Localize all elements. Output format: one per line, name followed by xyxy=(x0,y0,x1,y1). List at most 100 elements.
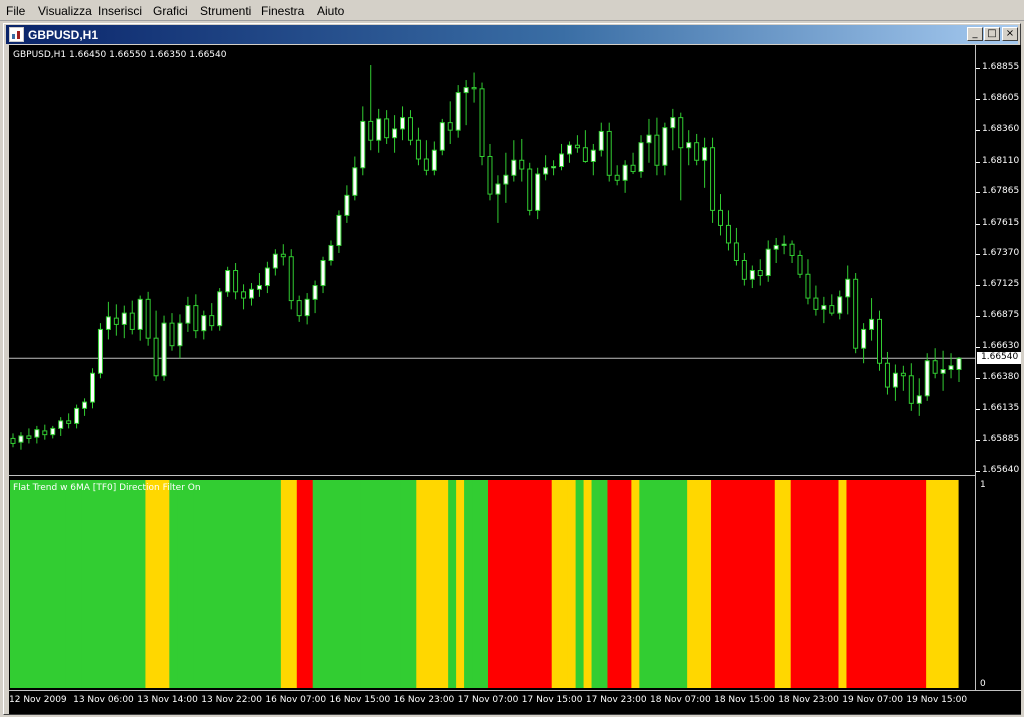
candle-body xyxy=(113,317,119,325)
indicator-bar xyxy=(400,480,409,688)
maximize-button[interactable]: □ xyxy=(984,27,1000,41)
indicator-bar xyxy=(886,480,895,688)
indicator-bar xyxy=(201,480,210,688)
indicator-bar xyxy=(336,480,346,688)
indicator-bar xyxy=(448,480,457,688)
price-tick-mark xyxy=(976,408,980,410)
indicator-bar xyxy=(153,480,162,688)
menu-view[interactable]: Visualizza xyxy=(38,4,92,18)
time-tick-label: 16 Nov 23:00 xyxy=(393,695,455,705)
indicator-bar xyxy=(73,480,83,688)
candle-body xyxy=(447,122,453,131)
candle-body xyxy=(908,375,914,404)
indicator-bar xyxy=(480,480,489,688)
candle-body xyxy=(559,153,565,168)
menu-window[interactable]: Finestra xyxy=(261,4,304,18)
candle-body xyxy=(582,147,588,163)
price-tick-mark xyxy=(976,316,980,318)
indicator-bar xyxy=(217,480,226,688)
price-tick-label: 1.65640 xyxy=(982,465,1020,475)
menu-help[interactable]: Aiuto xyxy=(317,4,344,18)
candle-body xyxy=(264,267,270,287)
indicator-bar xyxy=(10,480,19,688)
price-tick-label: 1.67125 xyxy=(982,278,1020,289)
minimize-button[interactable]: _ xyxy=(967,27,983,41)
indicator-bar xyxy=(934,480,943,688)
menu-charts[interactable]: Grafici xyxy=(153,4,188,18)
candle-body xyxy=(654,134,660,166)
indicator-bar xyxy=(846,480,856,688)
indicator-bar xyxy=(17,480,27,688)
indicator-bar xyxy=(304,480,314,688)
indicator-bar xyxy=(376,480,386,688)
indicator-pane[interactable]: Flat Trend w 6MA [TF0] Direction Filter … xyxy=(9,478,975,691)
indicator-bar xyxy=(233,480,242,688)
candle-body xyxy=(392,128,398,139)
indicator-bar xyxy=(272,480,282,688)
indicator-bar xyxy=(726,480,736,688)
candle-body xyxy=(288,256,294,302)
candle-body xyxy=(463,87,469,94)
indicator-bar xyxy=(256,480,266,688)
indicator-bar xyxy=(719,480,728,688)
indicator-bar xyxy=(894,480,903,688)
indicator-bar xyxy=(870,480,879,688)
price-pane[interactable]: GBPUSD,H1 1.66450 1.66550 1.66350 1.6654… xyxy=(9,45,975,475)
indicator-bar xyxy=(838,480,848,688)
candle-body xyxy=(256,285,262,290)
candle-body xyxy=(439,122,445,151)
candle-body xyxy=(471,87,477,90)
candle-body xyxy=(89,372,95,403)
candle-body xyxy=(455,92,461,131)
indicator-bar xyxy=(671,480,680,688)
candle-body xyxy=(829,305,835,314)
indicator-bar xyxy=(854,480,864,688)
time-axis[interactable]: 12 Nov 2009 13 Nov 06:00 13 Nov 14:00 13 No… xyxy=(9,690,1021,714)
chart-window-icon xyxy=(9,27,24,42)
indicator-bar xyxy=(734,480,744,688)
candle-body xyxy=(733,242,739,261)
candle-body xyxy=(304,298,310,317)
candle-body xyxy=(797,254,803,275)
indicator-bar xyxy=(687,480,696,688)
candle-body xyxy=(678,117,684,149)
indicator-bar xyxy=(742,480,752,688)
candle-body xyxy=(741,259,747,280)
candle-body xyxy=(193,305,199,332)
indicator-bar xyxy=(129,480,139,688)
price-axis[interactable]: 1.68855 1.68605 1.68360 1.68110 1.67865 1.676… xyxy=(975,45,1021,694)
indicator-bar xyxy=(487,480,497,688)
price-tick-mark xyxy=(976,284,980,286)
close-button[interactable]: × xyxy=(1002,27,1018,41)
candle-body xyxy=(535,173,541,211)
time-tick-label: 19 Nov 15:00 xyxy=(906,695,968,705)
candle-body xyxy=(177,322,183,347)
candle-body xyxy=(527,168,533,211)
indicator-bar xyxy=(288,480,298,688)
candle-body xyxy=(948,365,954,371)
candle-body xyxy=(511,159,517,176)
candle-body xyxy=(328,244,334,261)
candle-body xyxy=(495,183,501,195)
symbol-ohlc-label: GBPUSD,H1 1.66450 1.66550 1.66350 1.6654… xyxy=(13,50,227,60)
candle-body xyxy=(336,214,342,246)
candle-body xyxy=(869,318,875,330)
candle-body xyxy=(614,174,620,181)
candle-body xyxy=(845,278,851,298)
menu-file[interactable]: File xyxy=(6,4,25,18)
indicator-bar xyxy=(950,480,959,688)
indicator-bar xyxy=(392,480,401,688)
menu-tools[interactable]: Strumenti xyxy=(200,4,251,18)
price-tick-mark xyxy=(976,254,980,256)
price-tick-label: 1.68605 xyxy=(982,93,1020,104)
time-tick-label: 13 Nov 14:00 xyxy=(137,695,198,705)
indicator-bar xyxy=(328,480,338,688)
candle-body xyxy=(805,273,811,299)
chart-area[interactable]: GBPUSD,H1 1.66450 1.66550 1.66350 1.6654… xyxy=(9,45,975,694)
price-tick-label: 1.66875 xyxy=(982,310,1020,321)
candle-body xyxy=(248,288,254,299)
window-titlebar[interactable]: GBPUSD,H1 _ □ × xyxy=(6,25,1018,44)
candle-body xyxy=(431,149,437,171)
menu-insert[interactable]: Inserisci xyxy=(98,4,142,18)
price-tick-label: 1.68855 xyxy=(982,62,1020,73)
